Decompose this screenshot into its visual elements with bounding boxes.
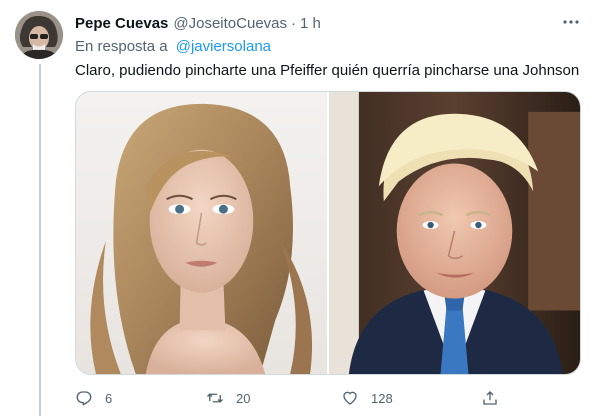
share-icon [483,391,497,405]
reply-bubble-icon [76,391,92,406]
tweet[interactable]: Pepe Cuevas @JoseitoCuevas · 1 h En resp… [0,0,595,416]
media-grid [75,91,581,375]
separator-dot: · [291,14,297,32]
tweet-time[interactable]: 1 h [300,15,321,32]
reply-context: En resposta a @javiersolana [75,38,271,55]
more-dots-icon [563,20,579,24]
avatar-image [15,11,63,59]
heart-icon [343,391,357,405]
reply-button[interactable]: 6 [75,389,112,407]
author-handle[interactable]: @JoseitoCuevas [173,15,287,32]
photo-left[interactable] [76,92,327,374]
reply-count: 6 [105,390,113,406]
thread-line [39,64,41,416]
reply-mention-link[interactable]: @javiersolana [176,38,271,55]
tweet-header: Pepe Cuevas @JoseitoCuevas · 1 h [75,12,555,34]
like-button[interactable]: 128 [341,389,393,407]
retweet-button[interactable]: 20 [206,389,250,407]
tweet-text: Claro, pudiendo pincharte una Pfeiffer q… [75,62,580,79]
photo-right[interactable] [329,92,580,374]
author-name[interactable]: Pepe Cuevas [75,15,168,32]
avatar[interactable] [15,11,63,59]
portrait-man-image [329,92,580,374]
reply-prefix: En resposta a [75,38,168,55]
more-options-button[interactable] [561,12,581,32]
portrait-woman-image [76,92,327,374]
like-count: 128 [371,390,393,406]
share-button[interactable] [481,389,499,407]
retweet-icon [207,393,223,403]
retweet-count: 20 [236,390,251,406]
tweet-actions: 6 20 128 [75,386,515,410]
